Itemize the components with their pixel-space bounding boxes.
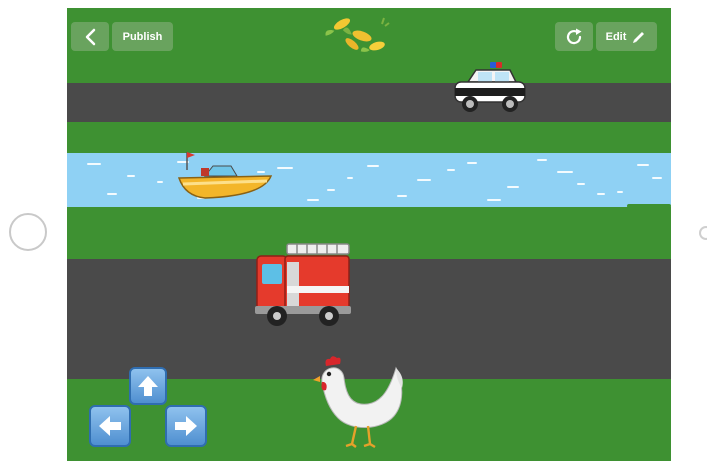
fire-engine-icon	[255, 243, 351, 326]
water-sparkle	[397, 195, 407, 197]
water-sparkle	[107, 193, 117, 195]
speedboat-icon	[177, 152, 273, 199]
water-sparkle	[447, 169, 455, 171]
arrow-right-button[interactable]	[165, 405, 207, 447]
water-sparkle	[637, 164, 649, 166]
edit-button[interactable]: Edit	[596, 22, 657, 51]
game-canvas[interactable]: Publish Edit	[67, 8, 671, 461]
water-sparkle	[417, 179, 431, 181]
water-sparkle	[347, 177, 353, 179]
water-sparkle	[277, 167, 293, 169]
page-indicator-circle[interactable]	[9, 213, 47, 251]
water-sparkle	[577, 183, 585, 185]
pencil-icon	[633, 31, 645, 43]
water-sparkle	[87, 163, 101, 165]
water-sparkle	[617, 191, 623, 193]
arrow-left-button[interactable]	[89, 405, 131, 447]
restart-button[interactable]	[555, 22, 593, 51]
water-sparkle	[507, 186, 519, 188]
water-sparkle	[367, 165, 379, 167]
water-sparkle	[127, 175, 135, 177]
water-sparkle	[557, 171, 573, 173]
road-lane-top	[67, 83, 671, 122]
back-button[interactable]	[71, 22, 109, 51]
water-sparkle	[597, 193, 605, 195]
water-sparkle	[307, 199, 319, 201]
river-lane	[67, 153, 671, 207]
arrow-up-button[interactable]	[129, 367, 167, 405]
police-car-icon	[454, 62, 526, 112]
corn-icon	[325, 17, 390, 52]
water-sparkle	[487, 199, 501, 201]
publish-label: Publish	[122, 30, 163, 43]
edit-label: Edit	[605, 30, 627, 43]
chevron-left-icon	[85, 28, 96, 45]
restart-icon	[566, 28, 582, 44]
water-sparkle	[652, 177, 662, 179]
water-sparkle	[157, 181, 163, 183]
water-sparkle	[327, 189, 335, 191]
publish-button[interactable]: Publish	[112, 22, 173, 51]
next-page-indicator[interactable]	[699, 226, 707, 240]
arrow-left-icon	[99, 416, 121, 436]
river-bank	[627, 204, 671, 208]
arrow-up-icon	[138, 376, 158, 396]
arrow-right-icon	[175, 416, 197, 436]
chicken-icon	[313, 356, 403, 449]
water-sparkle	[537, 159, 547, 161]
water-sparkle	[467, 162, 477, 164]
